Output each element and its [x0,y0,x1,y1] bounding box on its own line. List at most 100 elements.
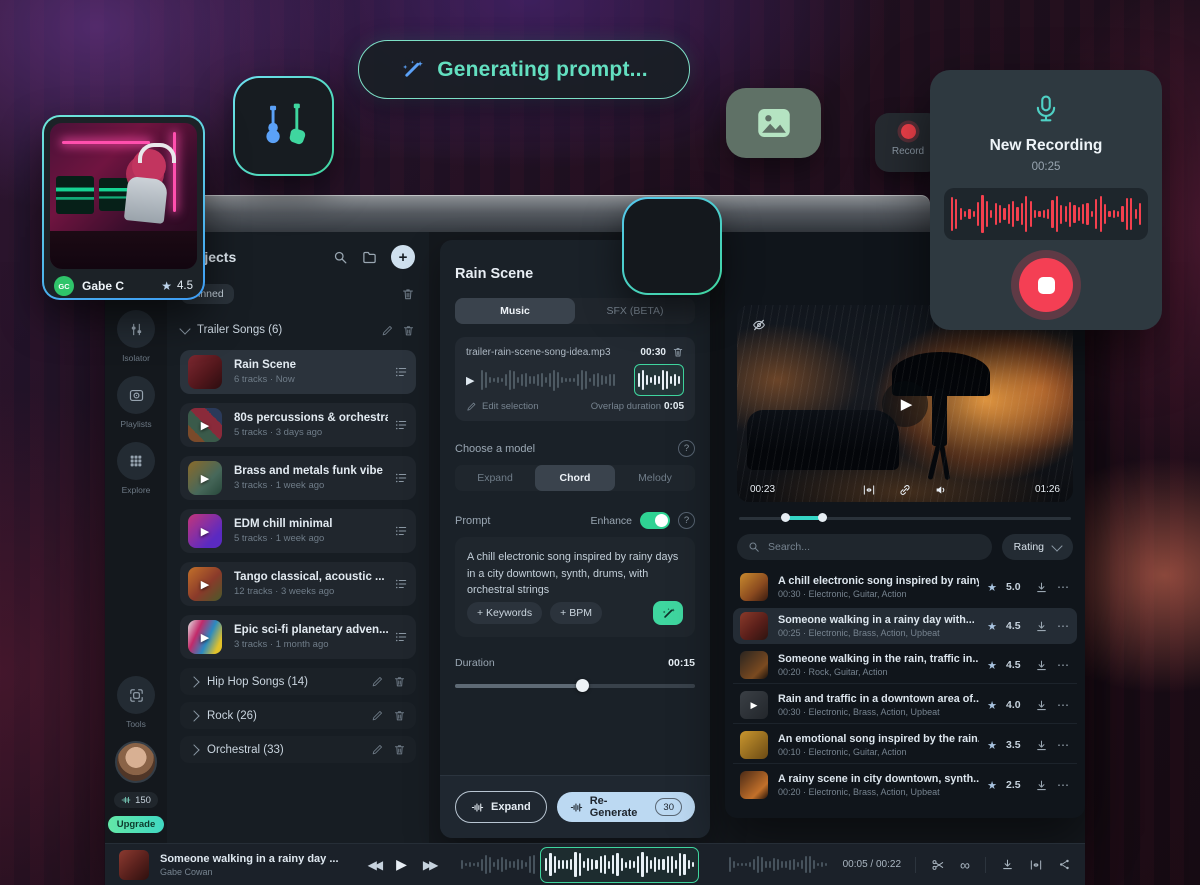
project-group-expanded[interactable]: Trailer Songs (6) [181,320,415,340]
scissors-icon[interactable] [931,858,945,872]
download-icon[interactable] [1001,858,1014,871]
sidebar-item-isolator[interactable]: Isolator [117,310,155,363]
rating-filter-dropdown[interactable]: Rating [1002,534,1073,560]
fit-width-icon[interactable] [862,483,876,497]
prompt-box[interactable]: A chill electronic song inspired by rain… [455,537,695,637]
duration-slider[interactable] [455,679,695,692]
ellipsis-icon[interactable]: ⋯ [1057,698,1070,712]
volume-icon[interactable] [934,483,948,497]
trash-icon[interactable] [393,709,406,722]
play-icon[interactable]: ▶ [466,374,474,387]
project-group-collapsed[interactable]: Rock (26) [180,702,416,729]
project-item[interactable]: Rain Scene6 tracks · Now [180,350,416,394]
download-icon[interactable] [1035,620,1048,633]
user-avatar[interactable] [115,741,157,783]
fit-width-icon[interactable] [1029,858,1043,872]
song-row[interactable]: Someone walking in a rainy day with...00… [733,608,1077,644]
help-icon[interactable]: ? [678,512,695,529]
play-button[interactable]: ▶ [396,856,407,873]
project-item[interactable]: ▶EDM chill minimal5 tracks · 1 week ago [180,509,416,553]
trash-icon[interactable] [402,324,415,337]
ellipsis-icon[interactable]: ⋯ [1057,738,1070,752]
folder-icon[interactable] [362,250,377,265]
magic-wand-button[interactable] [653,601,683,625]
ellipsis-icon[interactable]: ⋯ [1057,658,1070,672]
trash-icon[interactable] [393,743,406,756]
model-option-melody[interactable]: Melody [615,465,695,491]
ellipsis-icon[interactable]: ⋯ [1057,580,1070,594]
project-group-collapsed[interactable]: Hip Hop Songs (14) [180,668,416,695]
range-handle-end[interactable] [818,513,827,522]
download-icon[interactable] [1035,779,1048,792]
playbar-selection[interactable] [540,847,699,883]
video-clip-shortcut-card[interactable] [622,197,722,295]
pencil-icon[interactable] [371,709,384,722]
file-waveform[interactable] [481,367,629,393]
help-icon[interactable]: ? [678,440,695,457]
upgrade-button[interactable]: Upgrade [108,816,165,833]
credits-badge[interactable]: 150 [114,792,158,808]
stop-recording-button[interactable] [1019,258,1073,312]
rewind-button[interactable]: ◀◀ [368,858,380,872]
ellipsis-icon[interactable]: ⋯ [1057,778,1070,792]
queue-icon[interactable] [394,524,408,538]
sidebar-item-tools[interactable]: Tools [117,676,155,729]
download-icon[interactable] [1035,699,1048,712]
tab-sfx[interactable]: SFX (BETA) [575,298,695,324]
playbar-waveform[interactable] [461,851,536,879]
video-range-slider[interactable] [739,513,1071,522]
project-item[interactable]: ▶Tango classical, acoustic ...12 tracks … [180,562,416,606]
download-icon[interactable] [1035,581,1048,594]
prompt-text[interactable]: A chill electronic song inspired by rain… [467,549,683,599]
new-project-button[interactable]: + [391,245,415,269]
download-icon[interactable] [1035,739,1048,752]
song-row[interactable]: A rainy scene in city downtown, synth...… [733,767,1077,803]
search-icon[interactable] [333,250,348,265]
eye-off-icon[interactable] [751,317,767,333]
model-option-chord[interactable]: Chord [535,465,615,491]
queue-icon[interactable] [394,471,408,485]
queue-icon[interactable] [394,630,408,644]
tab-music[interactable]: Music [455,298,575,324]
search-input[interactable]: Search... [737,534,992,560]
trash-icon[interactable] [672,346,684,358]
queue-icon[interactable] [394,418,408,432]
trash-icon[interactable] [393,675,406,688]
project-item[interactable]: ▶Epic sci-fi planetary adven...3 tracks … [180,615,416,659]
now-playing-thumbnail[interactable] [119,850,149,880]
profile-project-card[interactable]: GC Gabe C ★ 4.5 [42,115,205,300]
enhance-toggle[interactable] [640,512,670,529]
queue-icon[interactable] [394,577,408,591]
sidebar-item-explore[interactable]: Explore [117,442,155,495]
video-play-button[interactable]: ▶ [882,381,928,427]
slider-thumb[interactable] [576,679,589,692]
edit-selection-link[interactable]: Edit selection [482,401,539,412]
trash-icon[interactable] [401,287,415,301]
image-shortcut-card[interactable] [726,88,821,158]
song-row[interactable]: Someone walking in the rain, traffic in.… [733,647,1077,684]
regenerate-button[interactable]: Re-Generate 30 [557,792,695,822]
sidebar-item-playlists[interactable]: Playlists [117,376,155,429]
project-item[interactable]: ▶80s percussions & orchestra5 tracks · 3… [180,403,416,447]
pencil-icon[interactable] [371,675,384,688]
project-group-collapsed[interactable]: Orchestral (33) [180,736,416,763]
add-keywords-chip[interactable]: + Keywords [467,602,542,624]
song-row[interactable]: ▶Rain and traffic in a downtown area of.… [733,687,1077,724]
range-handle-start[interactable] [781,513,790,522]
video-player[interactable]: ▶ 00:23 01:26 [737,305,1073,502]
model-option-expand[interactable]: Expand [455,465,535,491]
expand-button[interactable]: Expand [455,791,547,823]
download-icon[interactable] [1035,659,1048,672]
song-row[interactable]: An emotional song inspired by the rain..… [733,727,1077,764]
infinity-loop-icon[interactable]: ∞ [960,858,970,872]
pencil-icon[interactable] [381,324,394,337]
queue-icon[interactable] [394,365,408,379]
pencil-icon[interactable] [371,743,384,756]
guitar-shortcut-card[interactable] [233,76,334,176]
add-bpm-chip[interactable]: + BPM [550,602,602,624]
link-icon[interactable] [898,483,912,497]
project-item[interactable]: ▶Brass and metals funk vibe3 tracks · 1 … [180,456,416,500]
fast-forward-button[interactable]: ▶▶ [423,858,435,872]
waveform-selection[interactable] [634,364,684,396]
ellipsis-icon[interactable]: ⋯ [1057,619,1070,633]
